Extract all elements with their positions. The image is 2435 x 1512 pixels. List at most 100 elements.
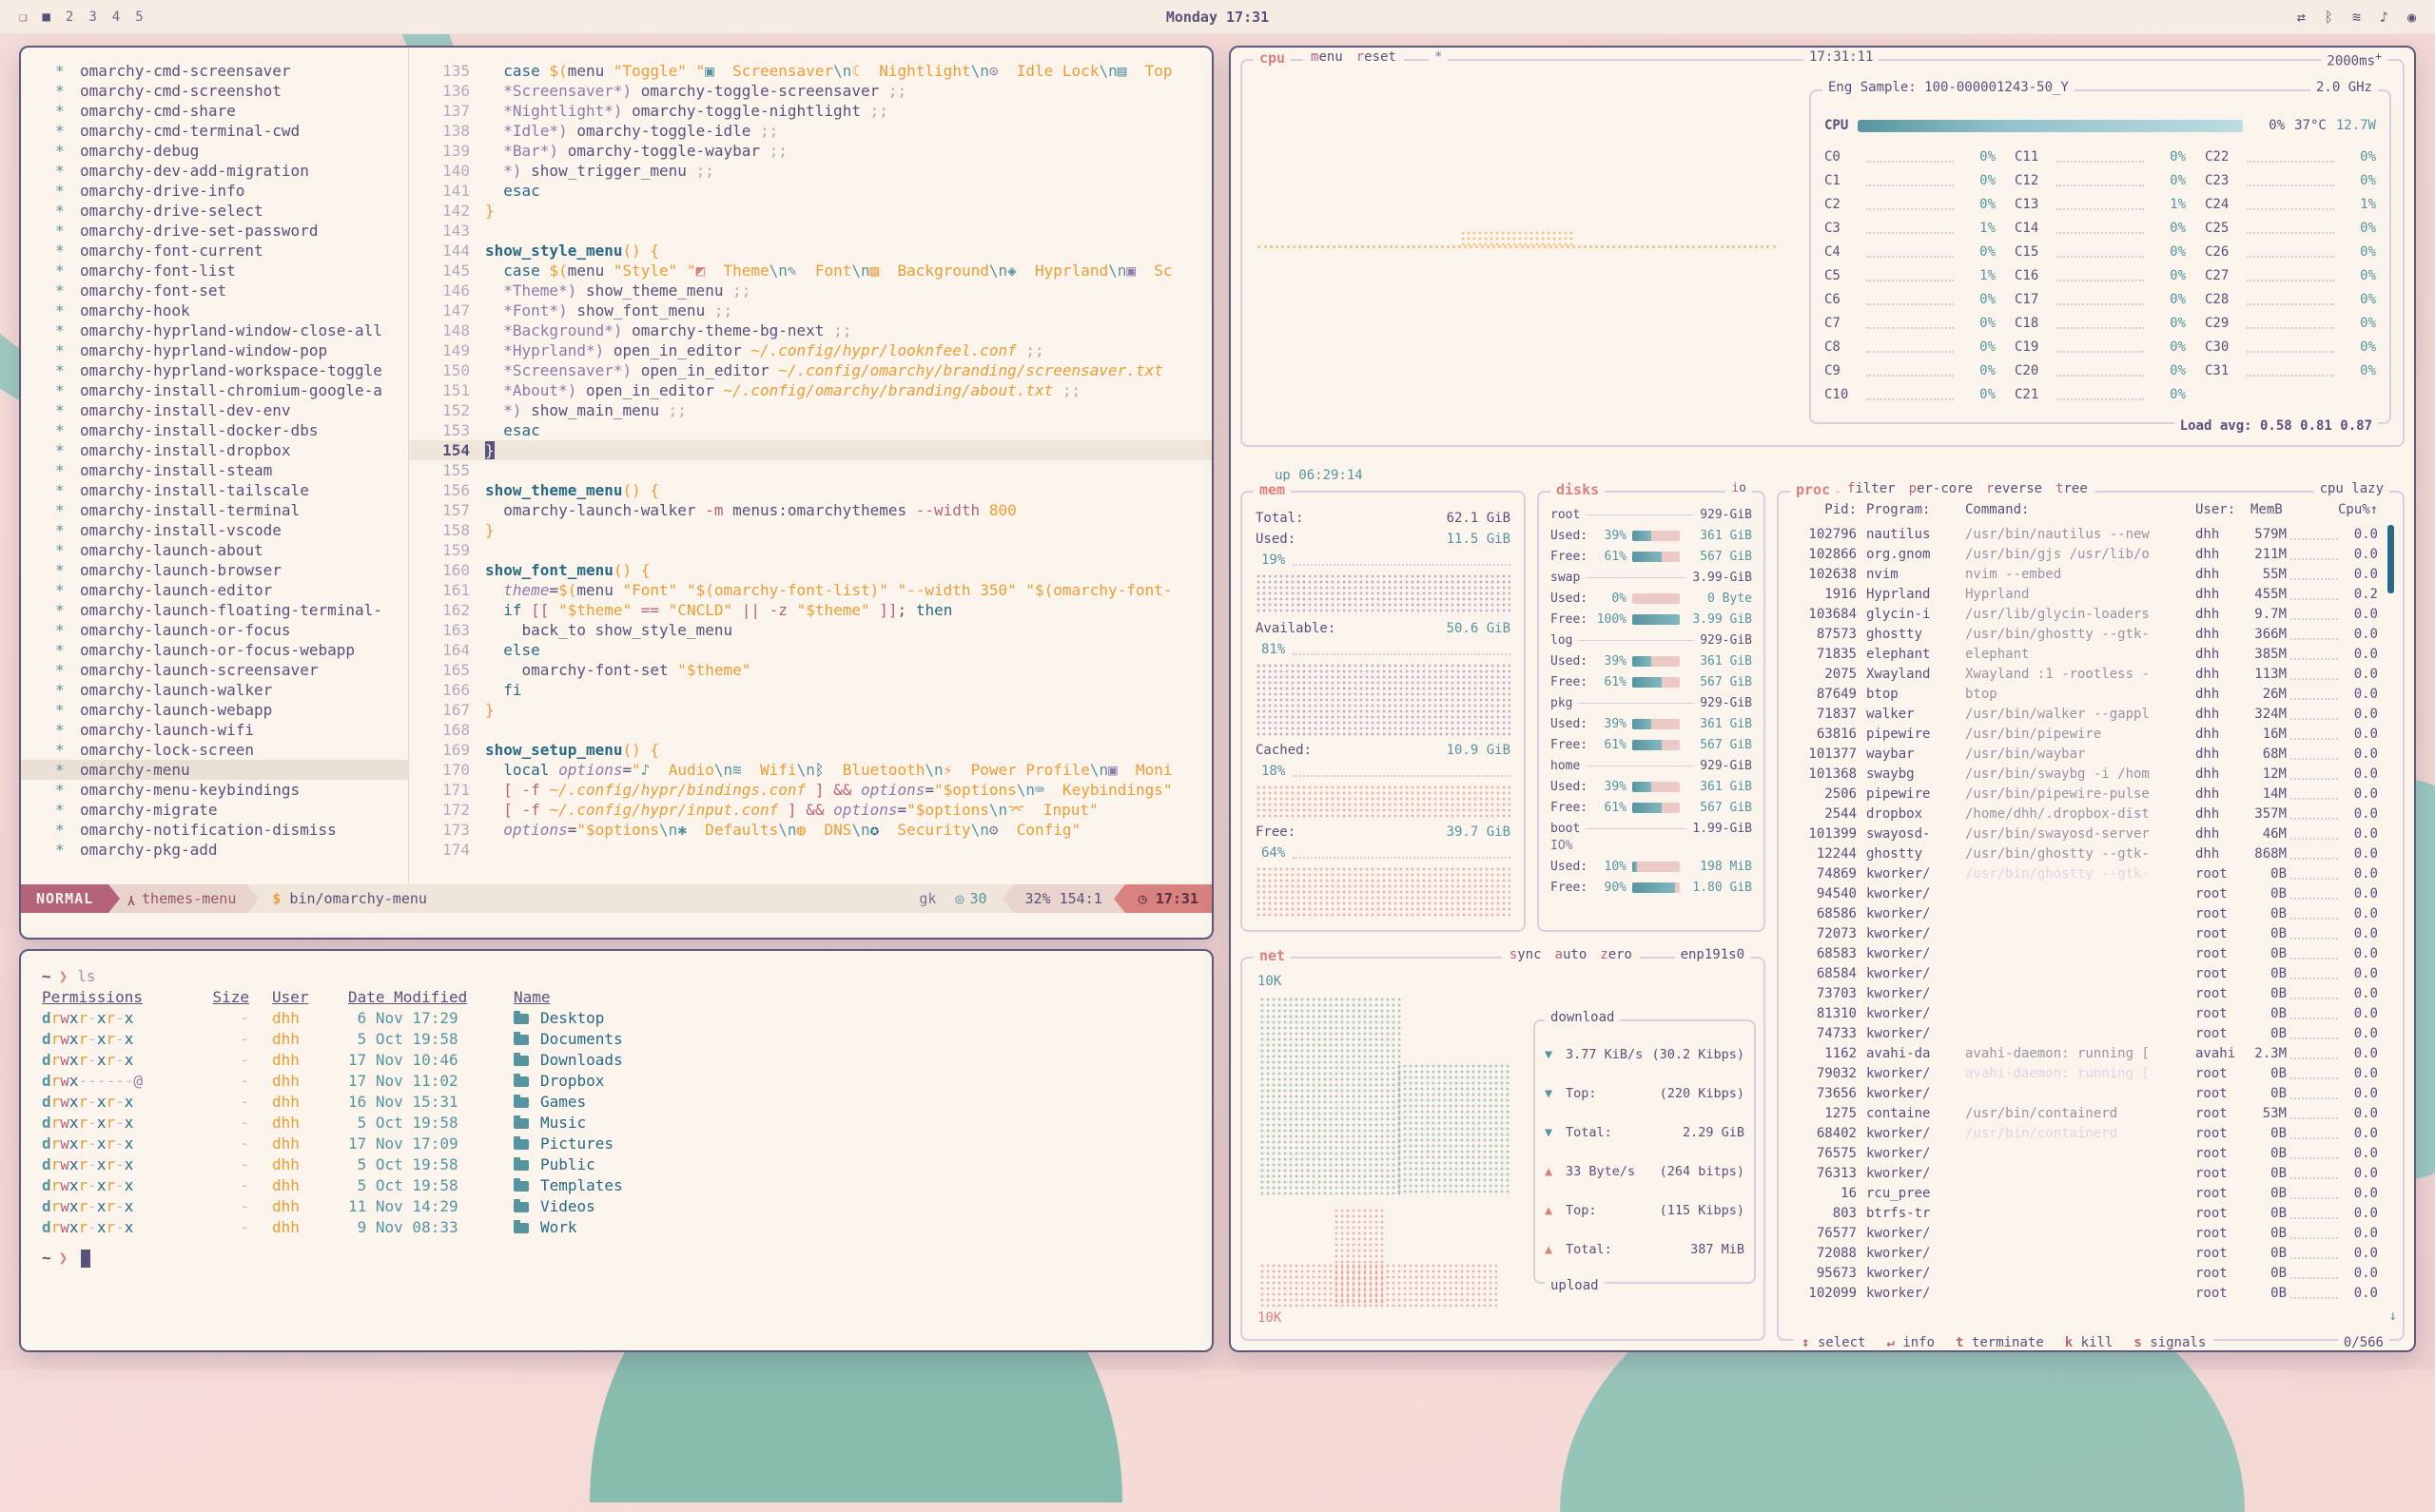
process-row[interactable]: 1275containe/usr/bin/containerdroot53M0.… (1790, 1104, 2378, 1124)
file-list-item[interactable]: *omarchy-debug (21, 141, 408, 161)
process-row[interactable]: 2075XwaylandXwayland :1 -rootless -dhh11… (1790, 665, 2378, 685)
file-list-item[interactable]: *omarchy-menu (21, 760, 408, 780)
file-list-item[interactable]: *omarchy-launch-walker (21, 680, 408, 700)
process-row[interactable]: 103684glycin-i/usr/lib/glycin-loadersdhh… (1790, 605, 2378, 625)
process-row[interactable]: 72088kworker/root0B0.0 (1790, 1244, 2378, 1264)
file-list-item[interactable]: *omarchy-font-set (21, 281, 408, 300)
process-row[interactable]: 1162avahi-daavahi-daemon: running [avahi… (1790, 1044, 2378, 1064)
process-row[interactable]: 102638nvimnvim --embeddhh55M0.0 (1790, 565, 2378, 585)
process-scrollbar[interactable] (2387, 525, 2394, 593)
file-list-item[interactable]: *omarchy-install-docker-dbs (21, 420, 408, 440)
signals-button[interactable]: s signals (2133, 1335, 2206, 1350)
power-icon[interactable]: ◉ (2407, 9, 2416, 26)
process-row[interactable]: 2506pipewire/usr/bin/pipewire-pulsedhh14… (1790, 785, 2378, 804)
file-list-item[interactable]: *omarchy-hyprland-window-pop (21, 340, 408, 360)
process-row[interactable]: 79032kworker/avahi-daemon: running [root… (1790, 1064, 2378, 1084)
reset-button[interactable]: reset (1356, 49, 1396, 65)
workspace-2[interactable]: 2 (66, 10, 73, 25)
file-list-item[interactable]: *omarchy-lock-screen (21, 740, 408, 760)
volume-icon[interactable]: ♪ (2380, 9, 2388, 26)
process-row[interactable]: 73703kworker/root0B0.0 (1790, 984, 2378, 1004)
process-row[interactable]: 76577kworker/root0B0.0 (1790, 1224, 2378, 1244)
command-header[interactable]: Command: (1965, 502, 2195, 517)
reverse-button[interactable]: reverse (1986, 481, 2042, 496)
process-row[interactable]: 68586kworker/root0B0.0 (1790, 904, 2378, 924)
file-list-item[interactable]: *omarchy-drive-info (21, 181, 408, 201)
process-row[interactable]: 74733kworker/root0B0.0 (1790, 1024, 2378, 1044)
file-list-item[interactable]: *omarchy-launch-about (21, 540, 408, 560)
process-row[interactable]: 101377waybar/usr/bin/waybardhh68M0.0 (1790, 745, 2378, 765)
file-list-item[interactable]: *omarchy-dev-add-migration (21, 161, 408, 181)
file-list-item[interactable]: *omarchy-hook (21, 300, 408, 320)
file-list-item[interactable]: *omarchy-font-list (21, 261, 408, 281)
terminal-window[interactable]: ~ ❯ ls Permissions Size User Date Modifi… (19, 949, 1214, 1352)
filter-button[interactable]: filter (1847, 481, 1896, 496)
process-row[interactable]: 68584kworker/root0B0.0 (1790, 964, 2378, 984)
process-row[interactable]: 102796nautilus/usr/bin/nautilus --newdhh… (1790, 525, 2378, 545)
file-list-item[interactable]: *omarchy-drive-select (21, 201, 408, 221)
file-list-item[interactable]: *omarchy-install-steam (21, 460, 408, 480)
process-row[interactable]: 803btrfs-trroot0B0.0 (1790, 1204, 2378, 1224)
process-row[interactable]: 72073kworker/root0B0.0 (1790, 924, 2378, 944)
info-button[interactable]: ↵ info (1886, 1335, 1935, 1350)
process-row[interactable]: 102099kworker/root0B0.0 (1790, 1284, 2378, 1304)
mem-header[interactable]: MemB (2250, 502, 2283, 517)
process-row[interactable]: 1916HyprlandHyprlanddhh455M0.2 (1790, 585, 2378, 605)
process-row[interactable]: 12244ghostty/usr/bin/ghostty --gtk-dhh86… (1790, 844, 2378, 864)
file-list-item[interactable]: *omarchy-launch-browser (21, 560, 408, 580)
wifi-icon[interactable]: ≋ (2352, 9, 2361, 26)
file-list-item[interactable]: *omarchy-migrate (21, 800, 408, 820)
process-row[interactable]: 95673kworker/root0B0.0 (1790, 1264, 2378, 1284)
file-list-item[interactable]: *omarchy-font-current (21, 241, 408, 261)
file-list-item[interactable]: *omarchy-launch-or-focus (21, 620, 408, 640)
file-list-item[interactable]: *omarchy-install-chromium-google-a (21, 380, 408, 400)
cpu-header[interactable]: Cpu%↑ (2338, 502, 2378, 517)
file-list-item[interactable]: *omarchy-launch-or-focus-webapp (21, 640, 408, 660)
file-list-item[interactable]: *omarchy-pkg-add (21, 840, 408, 860)
code-editor[interactable]: 135 case $(menu "Toggle" "▣ Screensaver\… (409, 48, 1212, 884)
process-row[interactable]: 101399swayosd-/usr/bin/swayosd-serverdhh… (1790, 824, 2378, 844)
bluetooth-icon[interactable]: ᛒ (2325, 9, 2333, 26)
file-list-item[interactable]: *omarchy-cmd-screenshot (21, 81, 408, 101)
per-core-button[interactable]: per-core (1909, 481, 1973, 496)
file-list-item[interactable]: *omarchy-launch-wifi (21, 720, 408, 740)
file-list-item[interactable]: *omarchy-launch-screensaver (21, 660, 408, 680)
workspace-5[interactable]: 5 (135, 10, 143, 25)
file-list-item[interactable]: *omarchy-launch-webapp (21, 700, 408, 720)
terminate-button[interactable]: t terminate (1956, 1335, 2044, 1350)
process-row[interactable]: 73656kworker/root0B0.0 (1790, 1084, 2378, 1104)
file-list-item[interactable]: *omarchy-install-dev-env (21, 400, 408, 420)
workspace-3[interactable]: 3 (88, 10, 96, 25)
file-list-item[interactable]: *omarchy-hyprland-workspace-toggle (21, 360, 408, 380)
workspace-1[interactable]: ■ (42, 10, 49, 25)
process-row[interactable]: 71835elephantelephantdhh385M0.0 (1790, 645, 2378, 665)
process-row[interactable]: 87649btopbtopdhh26M0.0 (1790, 685, 2378, 705)
file-list-item[interactable]: *omarchy-launch-editor (21, 580, 408, 600)
preset-star[interactable]: * (1429, 49, 1448, 65)
process-row[interactable]: 101368swaybg/usr/bin/swaybg -i /homdhh12… (1790, 765, 2378, 785)
sort-mode[interactable]: cpu lazy (2314, 481, 2389, 496)
file-list-item[interactable]: *omarchy-menu-keybindings (21, 780, 408, 800)
tree-button[interactable]: tree (2055, 481, 2088, 496)
file-list-item[interactable]: *omarchy-drive-set-password (21, 221, 408, 241)
file-list-item[interactable]: *omarchy-notification-dismiss (21, 820, 408, 840)
editor-window[interactable]: *omarchy-cmd-screensaver*omarchy-cmd-scr… (19, 46, 1214, 940)
file-list-item[interactable]: *omarchy-install-vscode (21, 520, 408, 540)
prompt-line[interactable]: ~ ❯ (42, 1248, 1191, 1269)
program-header[interactable]: Program: (1866, 502, 1965, 517)
file-list-item[interactable]: *omarchy-hyprland-window-close-all (21, 320, 408, 340)
file-list-item[interactable]: *omarchy-cmd-screensaver (21, 61, 408, 81)
file-list-item[interactable]: *omarchy-cmd-share (21, 101, 408, 121)
process-row[interactable]: 102866org.gnom/usr/bin/gjs /usr/lib/odhh… (1790, 545, 2378, 565)
process-row[interactable]: 87573ghostty/usr/bin/ghostty --gtk-dhh36… (1790, 625, 2378, 645)
select-button[interactable]: ↕ select (1802, 1335, 1865, 1350)
sync-button[interactable]: sync (1510, 947, 1542, 962)
io-mode-button[interactable]: io (1725, 481, 1752, 495)
process-row[interactable]: 81310kworker/root0B0.0 (1790, 1004, 2378, 1024)
process-row[interactable]: 16rcu_preeroot0B0.0 (1790, 1184, 2378, 1204)
workspace-overview[interactable]: ❏ (19, 10, 27, 25)
process-row[interactable]: 71837walker/usr/bin/walker --gappldhh324… (1790, 705, 2378, 725)
network-interface[interactable]: enp191s0 (1675, 947, 1750, 962)
file-list-item[interactable]: *omarchy-install-dropbox (21, 440, 408, 460)
menu-button[interactable]: menu (1311, 49, 1343, 65)
